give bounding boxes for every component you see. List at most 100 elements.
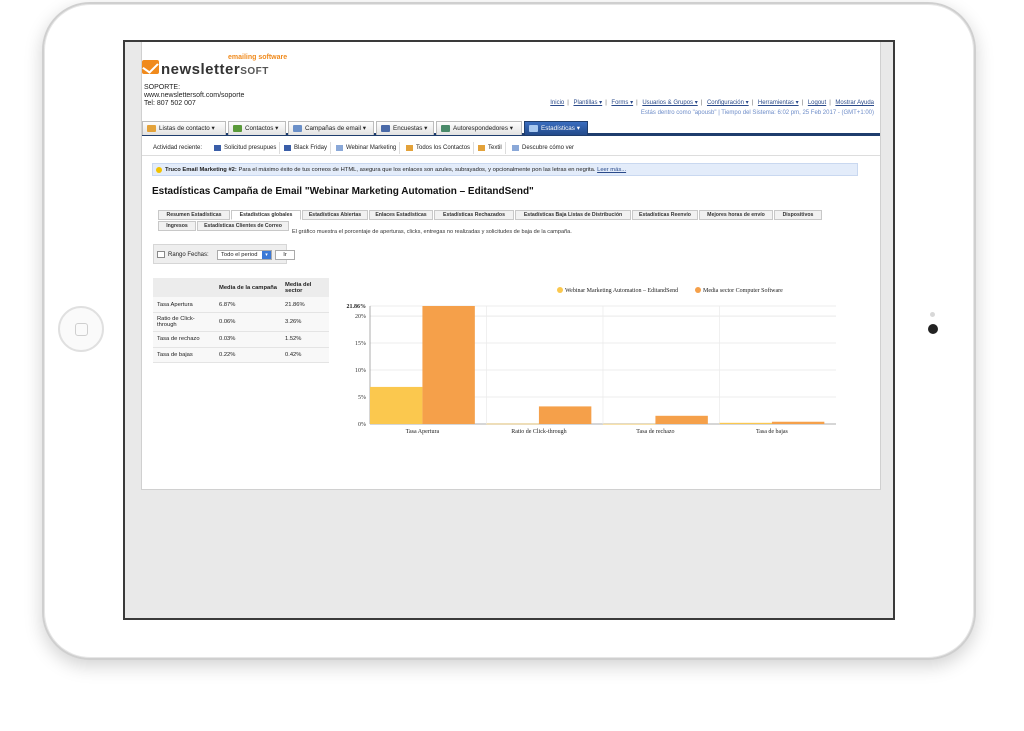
logo-tagline: emailing software: [228, 54, 288, 61]
y-tick-label: 5%: [358, 395, 366, 401]
home-button[interactable]: [58, 306, 104, 352]
tab-campanas[interactable]: Campañas de email ▾: [288, 121, 374, 135]
go-button[interactable]: Ir: [275, 250, 295, 260]
stats-table: Media de la campaña Media del sector Tas…: [153, 278, 329, 363]
x-tick-label: Tasa Apertura: [406, 429, 440, 435]
bar-campaign: [370, 386, 423, 424]
y-tick-label: 20%: [355, 314, 366, 320]
chart-icon: [284, 145, 291, 151]
bar-chart: 0% 5% 10% 15% 20% 21.86% Tasa Apertura Ratio de…: [347, 287, 836, 435]
link-logout[interactable]: Logout: [808, 100, 826, 106]
screen: emailing software newsletterSOFT SOPORTE…: [123, 40, 895, 620]
top-nav-links: Inicio | Plantillas ▾ | Forms ▾ | Usuarios …: [550, 100, 874, 106]
email-icon: [293, 125, 302, 132]
bar-campaign: [719, 422, 772, 424]
link-configuracion[interactable]: Configuración ▾: [707, 100, 749, 106]
bar-sector: [422, 306, 475, 424]
camera: [928, 324, 938, 334]
bar-campaign: [603, 423, 656, 425]
bar-sector: [655, 415, 708, 424]
subtab-reenvio[interactable]: Estadísticas Reenvío: [632, 210, 698, 220]
recent-item[interactable]: Webinar Marketing: [334, 142, 401, 154]
link-plantillas[interactable]: Plantillas ▾: [573, 100, 602, 106]
tip-heading: Truco Email Marketing #2:: [165, 167, 237, 173]
tip-banner: Truco Email Marketing #2: Para el máximo…: [152, 163, 858, 176]
y-tick-label: 0%: [358, 422, 366, 428]
subtab-rechazados[interactable]: Estadísticas Rechazados: [434, 210, 514, 220]
envelope-icon: [142, 60, 159, 74]
contacts-icon: [233, 125, 242, 132]
main-tabs: Listas de contacto ▾ Contactos ▾ Campaña…: [142, 121, 880, 136]
table-header-row: Media de la campaña Media del sector: [153, 278, 329, 297]
sensor-dot: [930, 312, 935, 317]
table-row: Ratio de Click-through 0.06% 3.26%: [153, 312, 329, 332]
tab-estadisticas[interactable]: Estadísticas ▾: [524, 121, 588, 135]
table-row: Tasa Apertura 6.87% 21.86%: [153, 297, 329, 313]
list-icon: [478, 145, 485, 151]
x-tick-label: Tasa de rechazo: [636, 429, 674, 435]
tip-read-more-link[interactable]: Leer más...: [597, 167, 626, 173]
tip-text: Para el máximo éxito de tus correos de H…: [236, 167, 598, 173]
legend-marker: [557, 287, 563, 293]
date-range-filter: Rango Fechas: Todo el period ▾ Ir: [153, 244, 295, 264]
recent-item[interactable]: Solicitud presupues: [212, 142, 281, 154]
link-forms[interactable]: Forms ▾: [611, 100, 633, 106]
list-icon: [406, 145, 413, 151]
date-range-select[interactable]: Todo el period ▾: [217, 250, 272, 260]
logo-wordmark: newsletterSOFT: [161, 61, 269, 78]
email-icon: [512, 145, 519, 151]
subtab-resumen[interactable]: Resumen Estadísticas: [158, 210, 230, 220]
bar-campaign: [486, 423, 539, 425]
table-row: Tasa de bajas 0.22% 0.42%: [153, 347, 329, 363]
recent-item[interactable]: Black Friday: [282, 142, 332, 154]
app-page: emailing software newsletterSOFT SOPORTE…: [141, 42, 881, 490]
lightbulb-icon: [156, 167, 162, 173]
subtab-ingresos[interactable]: Ingresos: [158, 221, 196, 231]
y-tick-label: 10%: [355, 368, 366, 374]
date-range-label: Rango Fechas:: [168, 252, 209, 258]
subtab-baja-listas[interactable]: Estadísticas Baja Listas de Distribución: [515, 210, 631, 220]
chart-icon: [529, 125, 538, 132]
y-max-label: 21.86%: [347, 304, 367, 310]
page-title: Estadísticas Campaña de Email "Webinar M…: [152, 186, 534, 197]
recent-activity: Actividad reciente: Solicitud presupues …: [142, 141, 880, 156]
autoresponder-icon: [441, 125, 450, 132]
x-tick-label: Tasa de bajas: [756, 429, 789, 435]
legend-label: Media sector Computer Software: [703, 287, 783, 294]
recent-activity-label: Actividad reciente:: [153, 145, 203, 151]
link-usuarios[interactable]: Usuarios & Grupos ▾: [642, 100, 697, 106]
calendar-icon: [157, 251, 165, 258]
support-info: SOPORTE: www.newslettersoft.com/soporte …: [144, 84, 245, 107]
link-inicio[interactable]: Inicio: [550, 100, 564, 106]
subtab-globales[interactable]: Estadísticas globales: [231, 210, 301, 220]
subtab-clientes-correo[interactable]: Estadísticas Clientes de Correo: [197, 221, 289, 231]
subtab-mejores-horas[interactable]: Mejores horas de envío: [699, 210, 773, 220]
tab-autorespondedores[interactable]: Autorespondedores ▾: [436, 121, 522, 135]
list-icon: [147, 125, 156, 132]
link-mostrar-ayuda[interactable]: Mostrar Ayuda: [835, 100, 874, 106]
recent-item[interactable]: Todos los Contactos: [404, 142, 475, 154]
chevron-down-icon: ▾: [262, 251, 271, 259]
bar-sector: [538, 406, 592, 424]
subtab-dispositivos[interactable]: Dispositivos: [774, 210, 822, 220]
bar-sector: [771, 421, 825, 424]
tab-contactos[interactable]: Contactos ▾: [228, 121, 286, 135]
subtab-abiertas[interactable]: Estadísticas Abiertas: [302, 210, 368, 220]
recent-item[interactable]: Textil: [476, 142, 506, 154]
tab-encuestas[interactable]: Encuestas ▾: [376, 121, 434, 135]
subtab-enlaces[interactable]: Enlaces Estadísticas: [369, 210, 433, 220]
chart-description: El gráfico muestra el porcentaje de aper…: [292, 229, 572, 235]
table-row: Tasa de rechazo 0.03% 1.52%: [153, 331, 329, 348]
tab-listas-de-contacto[interactable]: Listas de contacto ▾: [142, 121, 226, 135]
y-tick-label: 15%: [355, 341, 366, 347]
x-tick-label: Ratio de Click-through: [511, 429, 566, 435]
survey-icon: [381, 125, 390, 132]
system-info: Estás dentro como "apousb" | Tiempo del …: [640, 110, 874, 116]
chart-icon: [214, 145, 221, 151]
recent-item[interactable]: Descubre cómo ver: [510, 142, 577, 154]
logo[interactable]: emailing software newsletterSOFT: [142, 54, 292, 88]
email-icon: [336, 145, 343, 151]
link-herramientas[interactable]: Herramientas ▾: [758, 100, 799, 106]
legend-label: Webinar Marketing Automation – EditandSe…: [565, 288, 678, 294]
legend-marker: [695, 287, 701, 293]
